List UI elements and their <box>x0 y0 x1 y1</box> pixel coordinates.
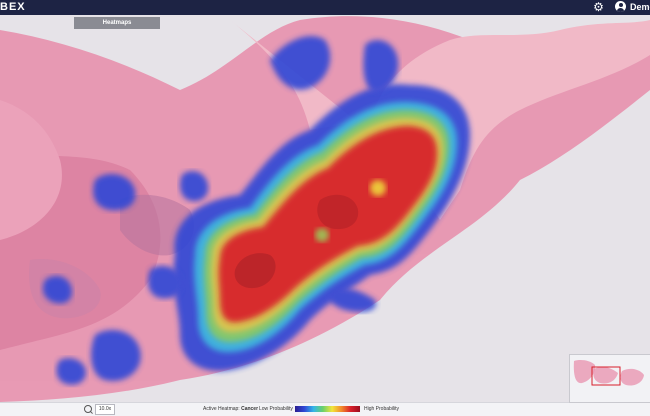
magnifier-icon[interactable] <box>84 405 92 413</box>
high-probability-label: High Probability <box>364 406 400 412</box>
heatmaps-button[interactable]: Heatmaps <box>74 17 160 29</box>
zoom-level-field[interactable]: 10.0x <box>95 404 115 415</box>
active-heatmap-label: Active Heatmap: Cancer <box>203 406 259 412</box>
gear-icon[interactable]: ⚙ <box>592 1 605 14</box>
app-logo[interactable]: BEX <box>0 1 26 13</box>
user-name[interactable]: Demo <box>630 2 650 12</box>
account-circle-icon[interactable] <box>615 1 626 12</box>
minimap-thumbnail <box>570 355 650 402</box>
probability-color-scale <box>295 406 360 412</box>
status-bar: 10.0x Active Heatmap: Cancer Low Probabi… <box>0 402 650 416</box>
slide-viewer[interactable] <box>0 0 650 415</box>
active-heatmap-value: Cancer <box>241 406 259 412</box>
minimap[interactable] <box>569 354 650 403</box>
top-bar: BEX ⚙ Demo <box>0 0 650 15</box>
low-probability-label: Low Probability <box>259 406 293 412</box>
